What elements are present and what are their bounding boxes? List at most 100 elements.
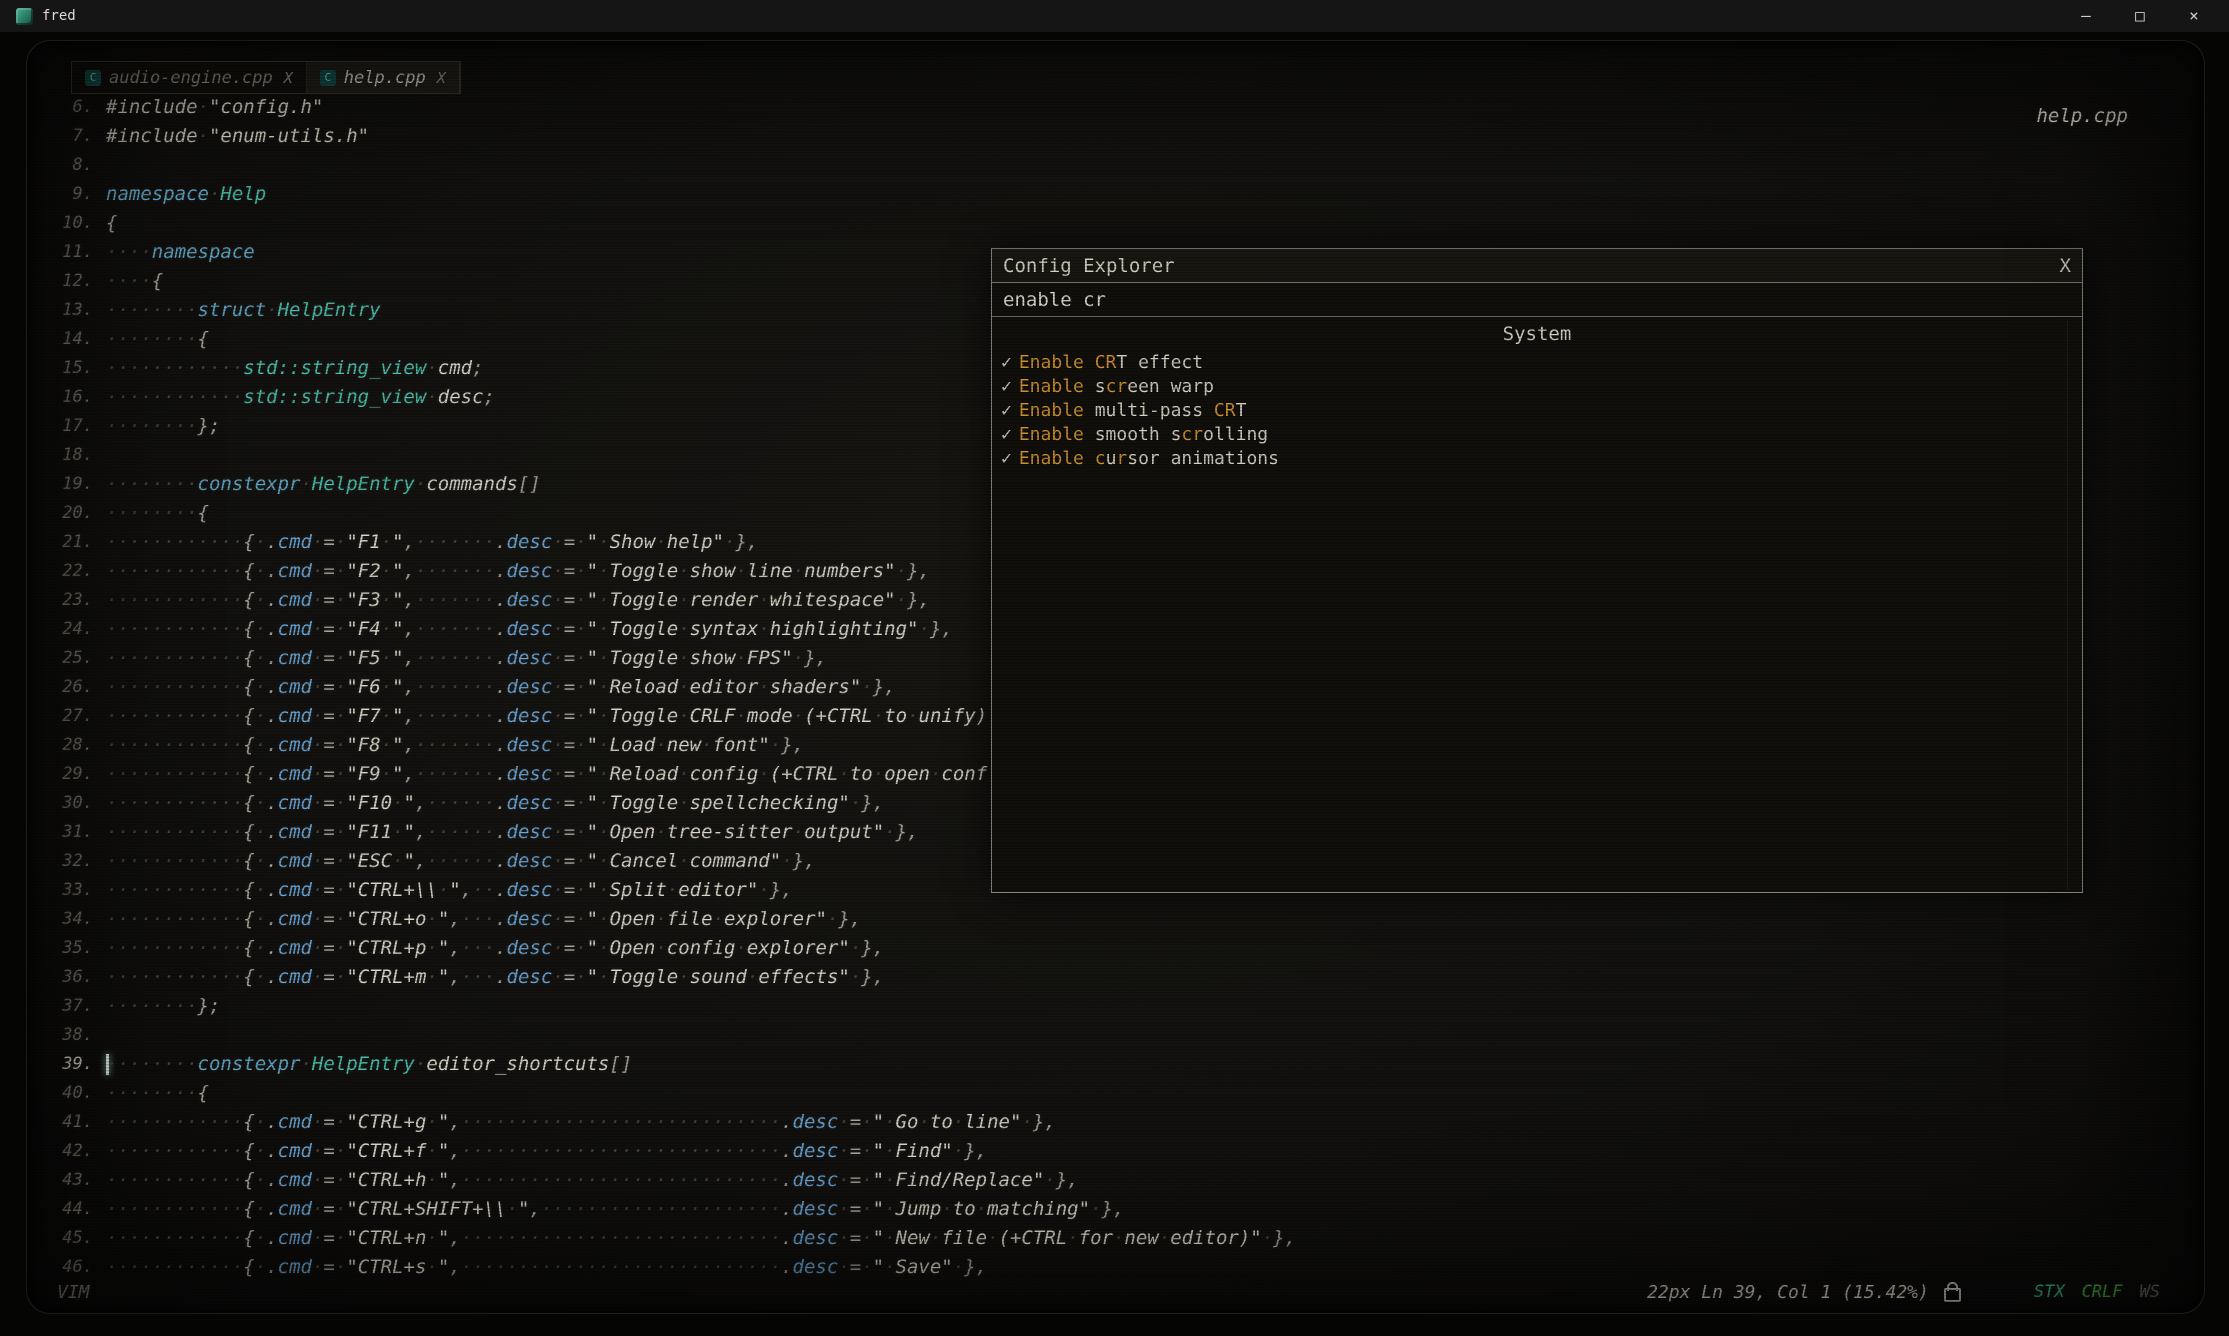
line-number: 9. xyxy=(27,180,106,209)
checkmark-icon: ✓ xyxy=(1001,352,1012,373)
line-number: 13. xyxy=(27,296,106,325)
config-options-panel: System ✓ Enable CRT effect ✓ Enable screen … xyxy=(992,317,2082,894)
tab-close-icon[interactable]: X xyxy=(437,69,446,87)
maximize-button[interactable]: □ xyxy=(2113,0,2167,32)
code-line[interactable]: 45.············{·.cmd·=·"CTRL+n·",······… xyxy=(27,1224,2204,1253)
code-line[interactable]: 43.············{·.cmd·=·"CTRL+h·",······… xyxy=(27,1166,2204,1195)
line-number: 41. xyxy=(27,1108,106,1137)
line-number: 37. xyxy=(27,992,106,1021)
code-line[interactable]: 7.#include·"enum-utils.h" xyxy=(27,122,2204,151)
code-line[interactable]: 41.············{·.cmd·=·"CTRL+g·",······… xyxy=(27,1108,2204,1137)
tab-bar: Caudio-engine.cppXChelp.cppX xyxy=(71,61,461,94)
line-number: 25. xyxy=(27,644,106,673)
line-number: 35. xyxy=(27,934,106,963)
line-number: 12. xyxy=(27,267,106,296)
lock-icon xyxy=(1944,1288,1961,1302)
config-option-label: Enable CRT effect xyxy=(1019,352,1203,373)
tab-help.cpp[interactable]: Chelp.cpp X xyxy=(307,62,460,93)
code-line[interactable]: 34.············{·.cmd·=·"CTRL+o·",···.de… xyxy=(27,905,2204,934)
line-number: 23. xyxy=(27,586,106,615)
status-flag-stx: STX xyxy=(2034,1282,2065,1302)
window-titlebar: fred – □ × xyxy=(0,0,2229,32)
dialog-close-button[interactable]: X xyxy=(2060,255,2071,277)
config-explorer-dialog: Config Explorer X enable cr System ✓ Enab… xyxy=(991,248,2083,893)
line-number: 17. xyxy=(27,412,106,441)
dialog-header: Config Explorer X xyxy=(992,249,2082,283)
tab-label: help.cpp xyxy=(344,68,426,88)
dialog-title: Config Explorer xyxy=(1003,255,1175,277)
line-number: 27. xyxy=(27,702,106,731)
line-number: 33. xyxy=(27,876,106,905)
code-line[interactable]: 35.············{·.cmd·=·"CTRL+p·",···.de… xyxy=(27,934,2204,963)
line-number: 19. xyxy=(27,470,106,499)
line-number: 28. xyxy=(27,731,106,760)
code-line[interactable]: 39.········constexpr·HelpEntry·editor_sh… xyxy=(27,1050,2204,1079)
code-line[interactable]: 46.············{·.cmd·=·"CTRL+s·",······… xyxy=(27,1253,2204,1282)
checkmark-icon: ✓ xyxy=(1001,400,1012,421)
config-options-list: ✓ Enable CRT effect ✓ Enable screen warp ✓ En… xyxy=(992,350,2082,470)
code-line[interactable]: 37.········}; xyxy=(27,992,2204,1021)
config-option[interactable]: ✓ Enable CRT effect xyxy=(992,350,2082,374)
config-option[interactable]: ✓ Enable screen warp xyxy=(992,374,2082,398)
code-line[interactable]: 44.············{·.cmd·=·"CTRL+SHIFT+\\·"… xyxy=(27,1195,2204,1224)
line-number: 26. xyxy=(27,673,106,702)
line-number: 46. xyxy=(27,1253,106,1282)
line-number: 44. xyxy=(27,1195,106,1224)
code-line[interactable]: 8. xyxy=(27,151,2204,180)
line-number: 21. xyxy=(27,528,106,557)
config-option[interactable]: ✓ Enable multi-pass CRT xyxy=(992,398,2082,422)
config-option-label: Enable cursor animations xyxy=(1019,448,1279,469)
code-line[interactable]: 6.#include·"config.h" xyxy=(27,93,2204,122)
line-number: 29. xyxy=(27,760,106,789)
config-search-query: enable cr xyxy=(1003,289,1106,311)
config-option-label: Enable screen warp xyxy=(1019,376,1214,397)
editor-screen: 6.#include·"config.h"7.#include·"enum-ut… xyxy=(26,40,2205,1314)
config-option-label: Enable multi-pass CRT xyxy=(1019,400,1247,421)
window-title: fred xyxy=(42,8,76,24)
line-number: 43. xyxy=(27,1166,106,1195)
app-background: 6.#include·"config.h"7.#include·"enum-ut… xyxy=(0,32,2229,1336)
line-number: 45. xyxy=(27,1224,106,1253)
status-bar: VIM 22px Ln 39, Col 1 (15.42%) STXCRLFWS xyxy=(27,1279,2204,1313)
line-number: 36. xyxy=(27,963,106,992)
code-line[interactable]: 9.namespace·Help xyxy=(27,180,2204,209)
minimize-button[interactable]: – xyxy=(2059,0,2113,32)
code-line[interactable]: 36.············{·.cmd·=·"CTRL+m·",···.de… xyxy=(27,963,2204,992)
checkmark-icon: ✓ xyxy=(1001,376,1012,397)
tab-close-icon[interactable]: X xyxy=(284,69,293,87)
tab-audio-engine.cpp[interactable]: Caudio-engine.cppX xyxy=(72,62,307,93)
line-number: 14. xyxy=(27,325,106,354)
line-number: 24. xyxy=(27,615,106,644)
code-line[interactable]: 40.········{ xyxy=(27,1079,2204,1108)
config-option[interactable]: ✓ Enable smooth scrolling xyxy=(992,422,2082,446)
line-number: 10. xyxy=(27,209,106,238)
line-number: 16. xyxy=(27,383,106,412)
cpp-file-icon: C xyxy=(320,70,336,86)
code-line[interactable]: 38. xyxy=(27,1021,2204,1050)
active-file-label: help.cpp xyxy=(2036,105,2128,127)
app-icon xyxy=(16,8,33,25)
line-number: 18. xyxy=(27,441,106,470)
config-option[interactable]: ✓ Enable cursor animations xyxy=(992,446,2082,470)
tab-label: audio-engine.cpp xyxy=(109,68,273,88)
section-header-system: System xyxy=(992,317,2082,350)
line-number: 22. xyxy=(27,557,106,586)
status-flag-crlf: CRLF xyxy=(2082,1282,2123,1302)
code-line[interactable]: 42.············{·.cmd·=·"CTRL+f·",······… xyxy=(27,1137,2204,1166)
line-number: 39. xyxy=(27,1050,106,1079)
code-line[interactable]: 10.{ xyxy=(27,209,2204,238)
line-number: 34. xyxy=(27,905,106,934)
close-button[interactable]: × xyxy=(2167,0,2221,32)
line-number: 32. xyxy=(27,847,106,876)
line-number: 31. xyxy=(27,818,106,847)
config-search-input[interactable]: enable cr xyxy=(992,283,2082,317)
line-number: 11. xyxy=(27,238,106,267)
cursor-position-info: 22px Ln 39, Col 1 (15.42%) xyxy=(1647,1282,1929,1303)
line-number: 38. xyxy=(27,1021,106,1050)
checkmark-icon: ✓ xyxy=(1001,448,1012,469)
checkmark-icon: ✓ xyxy=(1001,424,1012,445)
line-number: 15. xyxy=(27,354,106,383)
line-number: 30. xyxy=(27,789,106,818)
vim-mode-indicator: VIM xyxy=(57,1282,90,1303)
config-option-label: Enable smooth scrolling xyxy=(1019,424,1268,445)
